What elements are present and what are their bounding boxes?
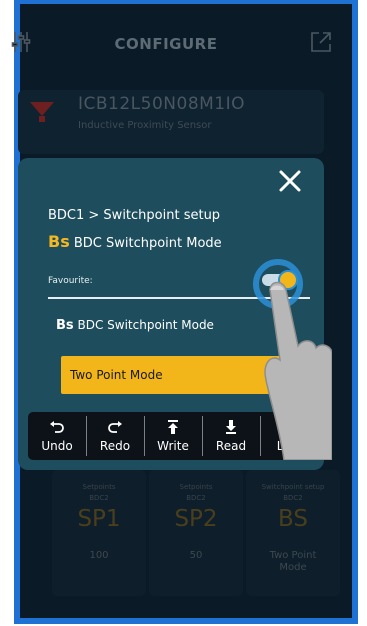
card-value: 100	[89, 550, 109, 561]
write-label: Write	[157, 439, 189, 453]
card-category: Setpoints	[179, 483, 213, 491]
card-category: Setpoints	[82, 483, 116, 491]
card-group: BDC2	[283, 494, 303, 502]
card-value-line: Two Point	[269, 550, 317, 561]
pointing-hand-icon	[253, 259, 332, 460]
device-type: Inductive Proximity Sensor	[78, 120, 212, 131]
dialog-title-text: BDC Switchpoint Mode	[73, 236, 222, 251]
undo-button[interactable]: Undo	[30, 412, 84, 460]
card-group: BDC2	[186, 494, 206, 502]
favourite-label: Favourite:	[48, 276, 93, 286]
toolbar-separator	[202, 416, 203, 456]
card-value: Two Point Mode	[246, 550, 340, 574]
toolbar-separator	[144, 416, 145, 456]
breadcrumb: BDC1 > Switchpoint setup	[48, 208, 221, 223]
dialog-title: Bs BDC Switchpoint Mode	[48, 232, 222, 251]
param-name: BDC Switchpoint Mode	[77, 318, 214, 332]
card-value: 50	[189, 550, 203, 561]
param-card-bs[interactable]: Switchpoint setup BDC2 BS Two Point Mode	[246, 470, 340, 596]
param-row: Bs BDC Switchpoint Mode	[56, 318, 214, 333]
toolbar-separator	[86, 416, 87, 456]
card-code: SP1	[77, 506, 121, 532]
card-code: BS	[278, 506, 308, 532]
close-icon[interactable]	[277, 168, 303, 194]
mode-select-value: Two Point Mode	[70, 368, 163, 382]
download-icon	[226, 420, 236, 434]
undo-icon	[50, 421, 64, 433]
card-category: Switchpoint setup	[261, 483, 325, 491]
param-badge: Bs	[48, 232, 70, 251]
redo-icon	[108, 421, 122, 433]
redo-button[interactable]: Redo	[88, 412, 142, 460]
write-button[interactable]: Write	[146, 412, 200, 460]
upload-icon	[168, 420, 178, 434]
card-group: BDC2	[89, 494, 109, 502]
card-code: SP2	[174, 506, 218, 532]
redo-label: Redo	[99, 439, 131, 453]
param-card-sp1[interactable]: Setpoints BDC2 SP1 100	[52, 470, 146, 596]
undo-label: Undo	[41, 439, 73, 453]
brand-logo	[30, 102, 54, 122]
param-badge: Bs	[56, 318, 74, 333]
param-card-sp2[interactable]: Setpoints BDC2 SP2 50	[149, 470, 243, 596]
card-value-line: Mode	[279, 562, 307, 573]
share-icon[interactable]	[309, 30, 333, 54]
device-model: ICB12L50N08M1IO	[78, 94, 246, 114]
page-title: CONFIGURE	[114, 35, 218, 53]
